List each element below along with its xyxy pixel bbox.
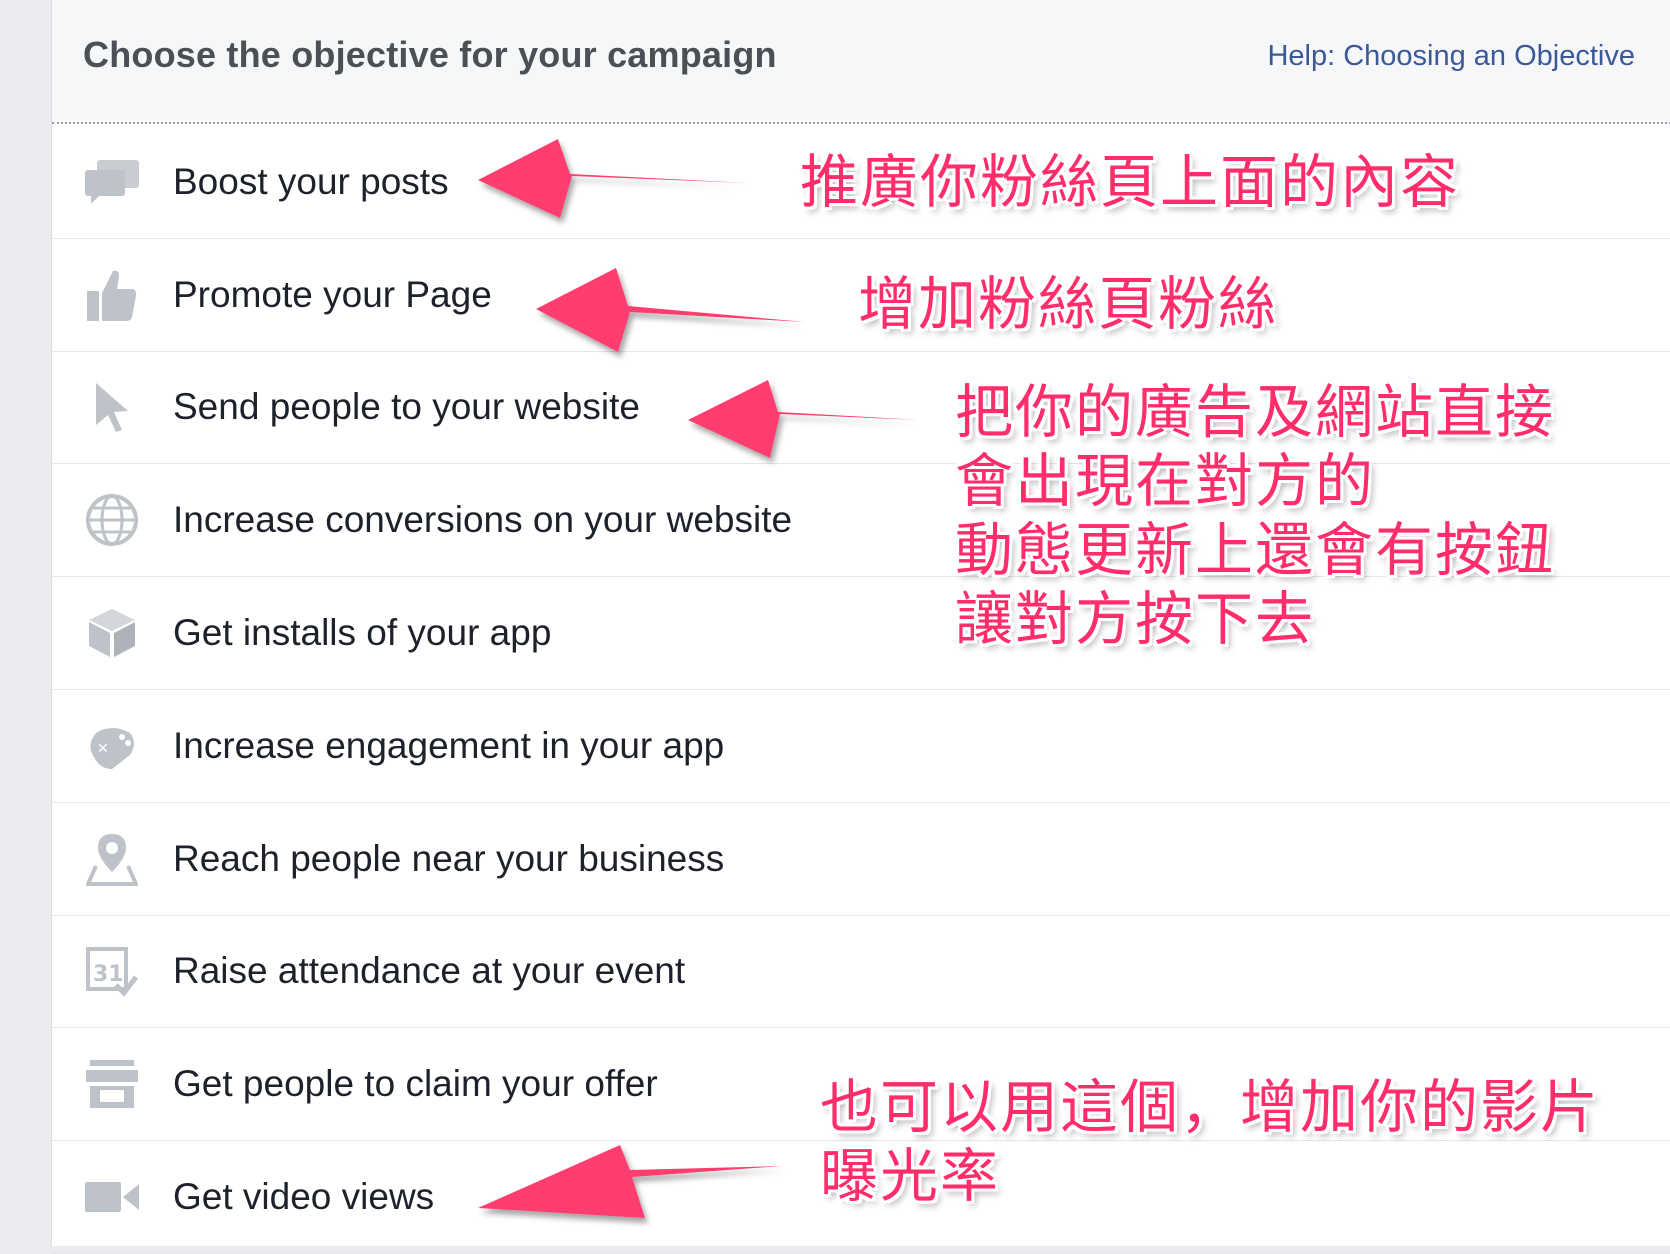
- map-pin-icon: [84, 831, 140, 887]
- annotation-line: 讓對方按下去: [955, 585, 1316, 653]
- speech-bubbles-icon: [84, 154, 140, 210]
- objective-label: Increase engagement in your app: [173, 724, 725, 766]
- storefront-icon: [84, 1056, 140, 1112]
- annotation-line: 曝光率: [820, 1142, 1001, 1210]
- annotation-line: 把你的廣告及網站直接: [955, 378, 1556, 446]
- objective-local-awareness[interactable]: Reach people near your business: [52, 803, 1670, 916]
- objective-label: Get installs of your app: [173, 612, 552, 654]
- objective-label: Get video views: [173, 1176, 435, 1218]
- svg-text:31: 31: [93, 962, 124, 987]
- annotation-line: 會出現在對方的: [955, 447, 1376, 515]
- annotation-line: 動態更新上還會有按鈕: [955, 516, 1556, 584]
- calendar-icon: 31: [84, 943, 140, 999]
- video-camera-icon: [84, 1169, 140, 1225]
- objective-label: Get people to claim your offer: [173, 1063, 658, 1105]
- objective-label: Reach people near your business: [173, 837, 725, 879]
- svg-text:✕: ✕: [97, 741, 109, 757]
- cube-icon: [84, 605, 140, 661]
- annotation-boost: 推廣你粉絲頁上面的內容: [800, 148, 1460, 217]
- annotation-line: 推廣你粉絲頁上面的內容: [800, 148, 1461, 216]
- gamepad-icon: ✕: [84, 718, 140, 774]
- help-link[interactable]: Help: Choosing an Objective: [1267, 40, 1635, 73]
- objective-label: Raise attendance at your event: [173, 950, 686, 992]
- thumbs-up-icon: [84, 267, 140, 323]
- globe-icon: [84, 492, 140, 548]
- objective-app-engagement[interactable]: ✕ Increase engagement in your app: [52, 690, 1670, 803]
- annotation-promote: 增加粉絲頁粉絲: [858, 270, 1278, 339]
- cursor-icon: [84, 379, 140, 435]
- objective-event-responses[interactable]: 31 Raise attendance at your event: [52, 916, 1670, 1029]
- annotation-video: 也可以用這個，增加你的影片 曝光率: [820, 1073, 1600, 1211]
- objective-label: Send people to your website: [173, 386, 640, 428]
- page-title: Choose the objective for your campaign: [83, 34, 777, 75]
- objective-label: Promote your Page: [173, 273, 492, 315]
- annotation-line: 增加粉絲頁粉絲: [858, 270, 1279, 338]
- annotation-line: 也可以用這個，增加你的影片: [820, 1073, 1601, 1141]
- panel-header: Choose the objective for your campaign H…: [52, 0, 1670, 124]
- objective-label: Boost your posts: [173, 160, 449, 202]
- annotation-website: 把你的廣告及網站直接 會出現在對方的 動態更新上還會有按鈕 讓對方按下去: [955, 378, 1555, 654]
- objective-label: Increase conversions on your website: [173, 499, 793, 541]
